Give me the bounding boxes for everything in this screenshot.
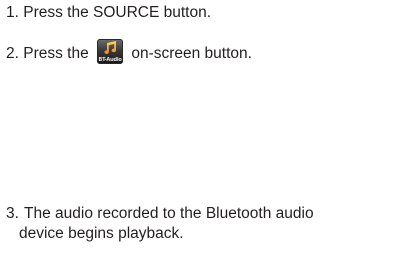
step-3: 3. The audio recorded to the Bluetooth a… <box>6 204 396 244</box>
instructions-page: 1. Press the SOURCE button. 2. Press the… <box>0 0 401 254</box>
bt-audio-icon-caption: BT-Audio <box>98 57 122 63</box>
step-3-number: 3. <box>6 205 19 222</box>
music-note-icon <box>104 41 117 54</box>
step-2: 2. Press the BT-Audio on-screen button. <box>6 39 252 64</box>
step-2-text-before: 2. Press the <box>6 45 94 62</box>
step-3-text-line-2: device begins playback. <box>19 225 184 242</box>
bt-audio-icon: BT-Audio <box>97 39 124 64</box>
step-3-text-line-1: The audio recorded to the Bluetooth audi… <box>24 205 314 222</box>
step-3-line-1: 3. The audio recorded to the Bluetooth a… <box>6 204 396 224</box>
step-2-text-after: on-screen button. <box>127 45 252 62</box>
step-1-text: 1. Press the SOURCE button. <box>6 4 212 21</box>
